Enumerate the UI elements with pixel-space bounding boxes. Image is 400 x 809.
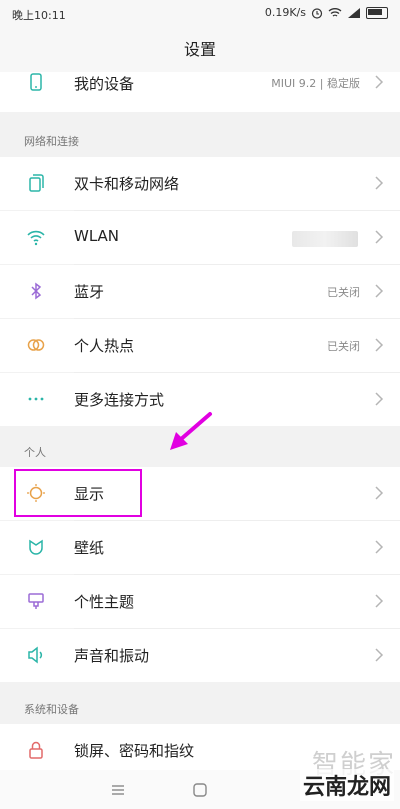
settings-item-label: 个性主题 <box>74 593 135 611</box>
signal-icon <box>348 8 360 18</box>
lock-icon <box>29 741 43 759</box>
chevron-right-icon <box>375 338 384 352</box>
highlight-box <box>14 469 142 517</box>
theme-icon <box>28 593 44 609</box>
chevron-right-icon <box>375 540 384 554</box>
settings-item-label: 我的设备 <box>74 75 135 93</box>
chevron-right-icon <box>375 230 384 244</box>
home-icon[interactable] <box>190 780 210 800</box>
hotspot-icon <box>27 339 45 351</box>
watermark-text: 云南龙网 <box>299 769 394 801</box>
settings-item-status: 已关闭 <box>327 286 360 299</box>
settings-item-themes[interactable]: 个性主题 <box>0 575 400 628</box>
chevron-right-icon <box>375 486 384 500</box>
battery-icon <box>366 6 388 19</box>
settings-item-wlan[interactable]: WLAN <box>0 211 400 264</box>
chevron-right-icon <box>375 594 384 608</box>
sim-card-icon <box>29 174 44 192</box>
settings-item-label: 锁屏、密码和指纹 <box>74 742 195 760</box>
wallpaper-icon <box>29 539 43 555</box>
wifi-icon <box>27 230 45 246</box>
section-title-network: 网络和连接 <box>24 135 79 148</box>
chevron-right-icon <box>375 284 384 298</box>
status-icons: 0.19K/s <box>265 6 388 19</box>
phone-icon <box>30 73 42 91</box>
settings-item-my-device[interactable]: 我的设备 MIUI 9.2 | 稳定版 <box>0 72 400 112</box>
more-dots-icon <box>28 397 44 401</box>
settings-item-label: 个人热点 <box>74 337 135 355</box>
settings-item-sound[interactable]: 声音和振动 <box>0 629 400 682</box>
menu-icon[interactable] <box>108 780 128 800</box>
status-time: 晚上10:11 <box>12 9 66 22</box>
blurred-network-name <box>292 231 358 247</box>
settings-item-hotspot[interactable]: 个人热点 已关闭 <box>0 319 400 372</box>
settings-item-status: MIUI 9.2 | 稳定版 <box>271 77 360 90</box>
pointer-arrow-icon <box>170 412 212 450</box>
alarm-icon <box>311 7 323 19</box>
settings-item-status: 已关闭 <box>327 340 360 353</box>
settings-item-label: 双卡和移动网络 <box>74 175 180 193</box>
chevron-right-icon <box>375 648 384 662</box>
network-speed: 0.19K/s <box>264 6 306 19</box>
settings-item-label: 更多连接方式 <box>74 391 165 409</box>
chevron-right-icon <box>375 176 384 190</box>
wifi-status-icon <box>328 8 342 17</box>
settings-item-dual-sim[interactable]: 双卡和移动网络 <box>0 157 400 210</box>
settings-item-bluetooth[interactable]: 蓝牙 已关闭 <box>0 265 400 318</box>
page-title: 设置 <box>0 28 400 72</box>
settings-item-label: 声音和振动 <box>74 647 150 665</box>
settings-item-label: 蓝牙 <box>74 283 105 301</box>
bluetooth-icon <box>31 282 42 300</box>
settings-item-wallpaper[interactable]: 壁纸 <box>0 521 400 574</box>
speaker-icon <box>28 646 43 664</box>
settings-item-label: 壁纸 <box>74 539 105 557</box>
status-bar: 晚上10:11 0.19K/s <box>0 0 400 28</box>
settings-item-label: WLAN <box>74 227 120 245</box>
chevron-right-icon <box>375 392 384 406</box>
section-title-system: 系统和设备 <box>24 703 79 716</box>
chevron-right-icon <box>375 75 384 89</box>
section-title-personal: 个人 <box>24 446 46 459</box>
